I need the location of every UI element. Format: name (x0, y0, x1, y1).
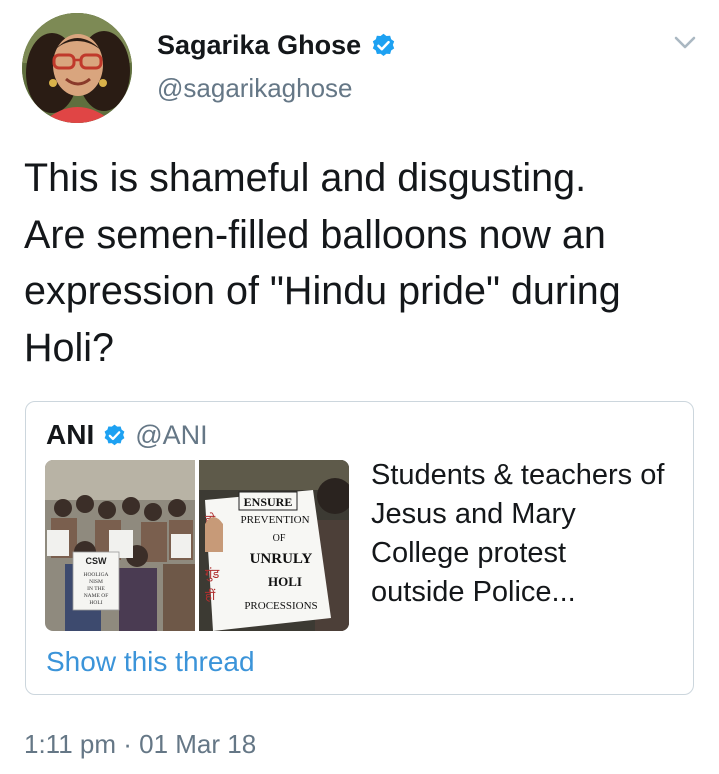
left-sign-line-1: HOOLIGA (83, 572, 108, 578)
quoted-tweet-card[interactable]: ANI @ANI CSW HOOLIGA NISM IN THE NAME OF… (25, 401, 694, 695)
right-sign-line-3: UNRULY (250, 551, 313, 567)
verified-badge-icon (104, 424, 125, 445)
left-sign-line-2: NISM (89, 579, 103, 585)
right-sign-line-4: HOLI (268, 574, 302, 589)
quoted-author-name: ANI (46, 419, 95, 450)
tweet-text: This is shameful and disgusting. Are sem… (24, 156, 621, 370)
left-sign-line-0: CSW (86, 556, 108, 566)
right-sign-line-1: PREVENTION (240, 514, 309, 526)
left-sign-line-5: HOLI (89, 600, 102, 606)
author-display-name[interactable]: Sagarika Ghose (157, 28, 361, 62)
author-handle[interactable]: @sagarikaghose (157, 71, 397, 105)
left-sign-line-3: IN THE (87, 586, 105, 592)
tweet: Sagarika Ghose @sagarikaghose This is sh… (0, 0, 719, 774)
avatar-image (22, 13, 132, 123)
quoted-tweet-text: Students & teachers of Jesus and Mary Co… (371, 459, 665, 608)
right-sign-devanagari-1: गुंड (205, 567, 220, 582)
author-block: Sagarika Ghose @sagarikaghose (157, 28, 397, 105)
quoted-tweet-header: ANI @ANI (46, 418, 208, 452)
tweet-timestamp[interactable]: 1:11 pm · 01 Mar 18 (24, 728, 256, 760)
left-sign-line-4: NAME OF (84, 593, 109, 599)
show-thread-link[interactable]: Show this thread (46, 645, 255, 679)
quoted-tweet-media[interactable]: CSW HOOLIGA NISM IN THE NAME OF HOLI ENS… (45, 460, 349, 631)
right-sign-line-5: PROCESSIONS (244, 600, 317, 612)
verified-badge-icon (372, 33, 395, 56)
quoted-author-handle: @ANI (135, 420, 208, 450)
right-sign-line-0: ENSURE (244, 495, 293, 509)
author-name-row[interactable]: Sagarika Ghose (157, 28, 397, 62)
chevron-down-icon[interactable] (672, 34, 698, 52)
right-sign-devanagari-2: हीं (205, 588, 216, 604)
right-sign-line-2: OF (273, 533, 286, 544)
avatar[interactable] (22, 13, 132, 123)
protest-photo: CSW HOOLIGA NISM IN THE NAME OF HOLI ENS… (45, 460, 349, 631)
